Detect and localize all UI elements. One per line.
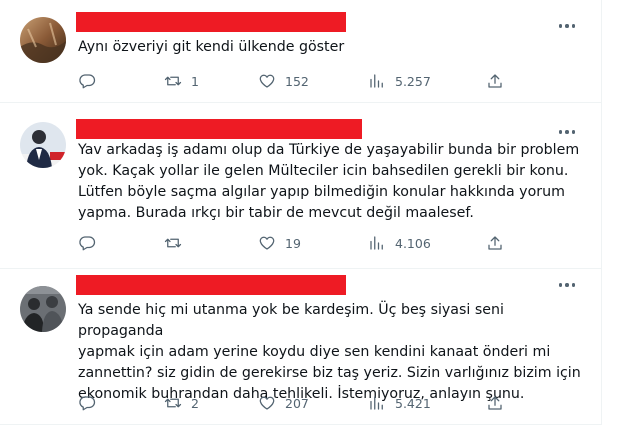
tweet-text: Ya sende hiç mi utanma yok be kardeşim. … bbox=[78, 302, 581, 402]
retweet-button[interactable]: 2 bbox=[164, 392, 199, 414]
tweet-text: Yav arkadaş iş adamı olup da Türkiye de … bbox=[78, 142, 580, 221]
reply-button[interactable] bbox=[78, 70, 105, 92]
share-icon bbox=[488, 236, 502, 250]
heart-icon bbox=[259, 236, 275, 250]
like-count: 19 bbox=[285, 235, 301, 251]
reply-button[interactable] bbox=[78, 392, 105, 414]
retweet-button[interactable] bbox=[164, 232, 191, 254]
retweet-icon bbox=[164, 398, 182, 408]
views-chart-icon bbox=[370, 396, 383, 410]
like-button[interactable]: 152 bbox=[258, 70, 309, 92]
retweet-icon bbox=[164, 238, 182, 248]
tweet-actions: 2 207 5.421 bbox=[78, 392, 508, 414]
views-button[interactable]: 4.106 bbox=[368, 232, 431, 254]
tweet[interactable]: Aynı özveriyi git kendi ülkende göster 1… bbox=[0, 0, 602, 103]
retweet-count: 1 bbox=[191, 73, 199, 89]
retweet-icon bbox=[164, 76, 182, 86]
view-count: 5.421 bbox=[395, 395, 431, 411]
reply-icon bbox=[79, 396, 96, 411]
views-chart-icon bbox=[370, 236, 383, 250]
redacted-username bbox=[76, 12, 346, 32]
views-chart-icon bbox=[370, 74, 383, 88]
heart-icon bbox=[259, 74, 275, 88]
reply-button[interactable] bbox=[78, 232, 105, 254]
reply-icon bbox=[79, 236, 96, 251]
redacted-username bbox=[76, 275, 346, 295]
like-count: 207 bbox=[285, 395, 309, 411]
like-button[interactable]: 207 bbox=[258, 392, 309, 414]
avatar[interactable] bbox=[20, 286, 66, 332]
like-count: 152 bbox=[285, 73, 309, 89]
tweet-actions: 19 4.106 bbox=[78, 232, 508, 254]
replies-feed: Aynı özveriyi git kendi ülkende göster 1… bbox=[0, 0, 602, 425]
avatar[interactable] bbox=[20, 122, 66, 168]
retweet-button[interactable]: 1 bbox=[164, 70, 199, 92]
tweet-actions: 1 152 5.257 bbox=[78, 70, 508, 92]
view-count: 5.257 bbox=[395, 73, 431, 89]
tweet-text: Aynı özveriyi git kendi ülkende göster bbox=[78, 39, 345, 55]
tweet[interactable]: Yav arkadaş iş adamı olup da Türkiye de … bbox=[0, 103, 602, 269]
views-button[interactable]: 5.257 bbox=[368, 70, 431, 92]
avatar[interactable] bbox=[20, 17, 66, 63]
redacted-username bbox=[76, 119, 362, 139]
share-button[interactable] bbox=[486, 232, 504, 254]
share-button[interactable] bbox=[486, 392, 504, 414]
views-button[interactable]: 5.421 bbox=[368, 392, 431, 414]
tweet[interactable]: Ya sende hiç mi utanma yok be kardeşim. … bbox=[0, 269, 602, 425]
share-icon bbox=[488, 74, 502, 88]
more-dots-icon[interactable] bbox=[556, 15, 578, 37]
share-button[interactable] bbox=[486, 70, 504, 92]
retweet-count: 2 bbox=[191, 395, 199, 411]
share-icon bbox=[488, 396, 502, 410]
heart-icon bbox=[259, 396, 275, 410]
view-count: 4.106 bbox=[395, 235, 431, 251]
more-dots-icon[interactable] bbox=[556, 274, 578, 296]
like-button[interactable]: 19 bbox=[258, 232, 301, 254]
reply-icon bbox=[79, 74, 96, 89]
